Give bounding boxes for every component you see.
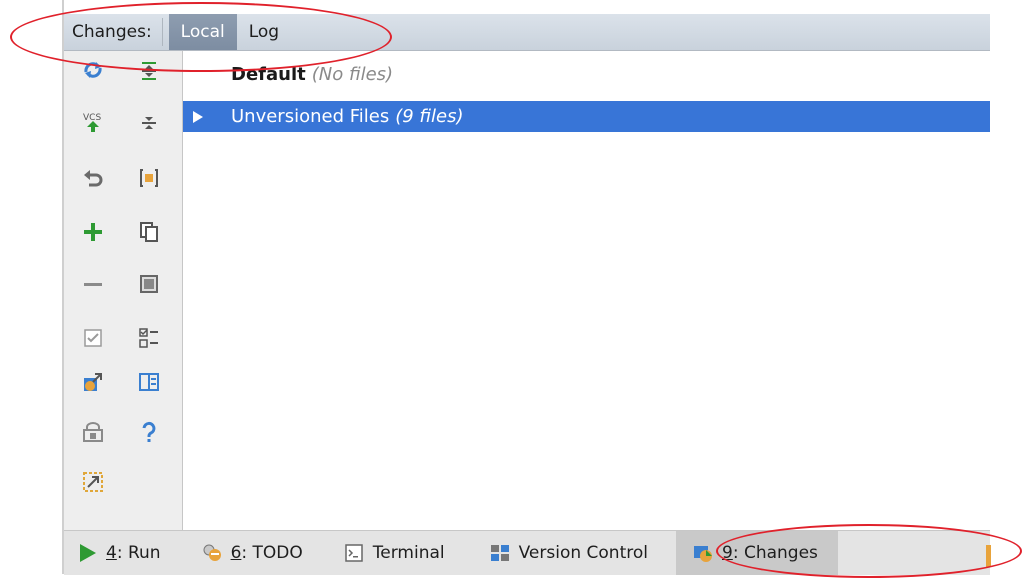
move-to-changelist-icon[interactable] [78, 367, 108, 397]
shrink-icon[interactable] [78, 467, 108, 497]
add-icon[interactable] [78, 217, 108, 247]
changelist-count: (9 files) [395, 106, 464, 127]
tool-label: Terminal [372, 543, 445, 563]
terminal-icon [345, 544, 363, 562]
todo-icon [203, 544, 221, 561]
tool-label: : Changes [732, 543, 818, 563]
changes-panel: Changes: Local Log VCS Default (No files… [62, 0, 990, 575]
rollback-icon[interactable] [78, 163, 108, 193]
run-tool-button[interactable]: 4: Run [64, 531, 175, 575]
changelist-tree: Default (No files) Unversioned Files (9 … [183, 51, 990, 530]
terminal-tool-button[interactable]: Terminal [331, 531, 459, 575]
shortcut-key: 9 [721, 543, 733, 563]
tool-window-bar: 4: Run 6: TODO Terminal Version Control … [64, 530, 990, 575]
remove-icon[interactable] [78, 269, 108, 299]
version-control-icon [490, 545, 509, 561]
expand-arrow-icon[interactable] [191, 109, 205, 125]
panel-caption: Changes: [72, 22, 152, 42]
todo-tool-button[interactable]: 6: TODO [189, 531, 317, 575]
tree-row-spacer [191, 67, 205, 83]
tool-label: : TODO [241, 543, 303, 563]
tree-row-unversioned-files[interactable]: Unversioned Files (9 files) [183, 101, 990, 132]
copy-icon[interactable] [134, 217, 164, 247]
shortcut-key: 6 [230, 543, 242, 563]
svg-text:VCS: VCS [83, 113, 101, 123]
header-separator [161, 18, 163, 46]
tool-label: Version Control [518, 543, 648, 563]
expand-all-icon[interactable] [134, 55, 164, 85]
changes-icon [693, 546, 712, 562]
show-details-icon[interactable] [134, 323, 164, 353]
changelist-count: (No files) [311, 64, 394, 85]
changes-toolbar: VCS [64, 51, 183, 530]
refresh-icon[interactable] [78, 55, 108, 85]
tool-label: : Run [116, 543, 161, 563]
run-icon [80, 544, 96, 562]
tree-row-default[interactable]: Default (No files) [183, 59, 990, 90]
changelist-name: Default [231, 64, 306, 85]
shelve-icon[interactable] [78, 417, 108, 447]
tab-log[interactable]: Log [237, 14, 291, 50]
help-icon[interactable] [134, 417, 164, 447]
preview-icon[interactable] [134, 269, 164, 299]
changes-tool-button[interactable]: 9: Changes [675, 531, 838, 575]
version-control-tool-button[interactable]: Version Control [477, 531, 662, 575]
checkbox-icon[interactable] [78, 323, 108, 353]
vcs-commit-icon[interactable]: VCS [78, 107, 108, 137]
diff-panel-icon[interactable] [134, 367, 164, 397]
shortcut-key: 4 [106, 543, 117, 563]
truncated-tool-icon [986, 545, 991, 567]
changes-header: Changes: Local Log [64, 14, 990, 51]
tab-local[interactable]: Local [168, 14, 237, 50]
group-by-icon[interactable] [134, 163, 164, 193]
changelist-name: Unversioned Files [231, 106, 390, 127]
collapse-all-icon[interactable] [134, 107, 164, 137]
